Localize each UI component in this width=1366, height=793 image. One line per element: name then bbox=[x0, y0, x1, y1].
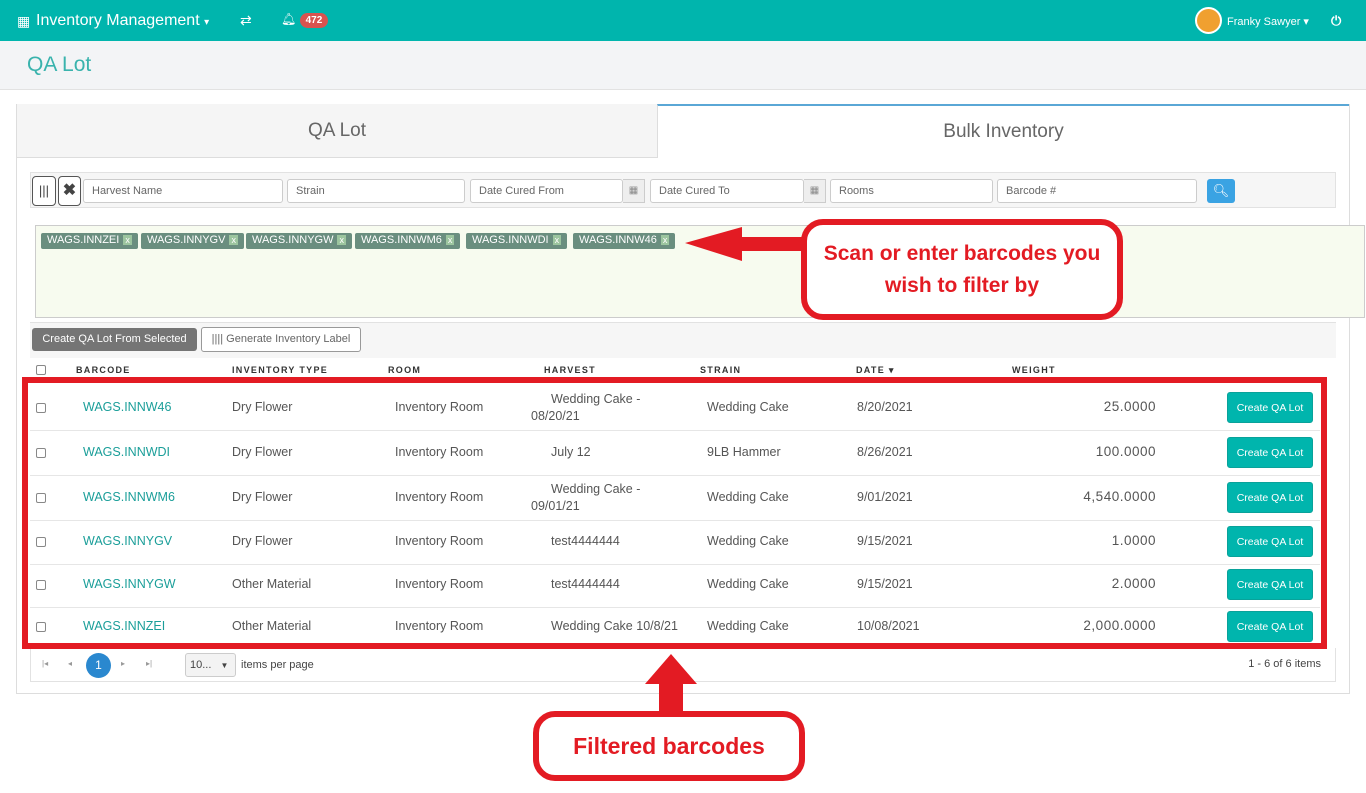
barcode-tag: WAGS.INNW46 x bbox=[573, 233, 676, 249]
barcode-tag: WAGS.INNWM6 x bbox=[355, 233, 461, 249]
strain-input[interactable]: Strain bbox=[287, 179, 465, 203]
date-cured-from-input[interactable]: Date Cured From bbox=[470, 179, 623, 203]
app-menu[interactable]: Inventory Management ▾ bbox=[36, 12, 209, 30]
generate-inventory-label-button[interactable]: |||| Generate Inventory Label bbox=[201, 327, 361, 352]
user-menu[interactable]: Franky Sawyer ▾ bbox=[1227, 15, 1309, 28]
switch-icon[interactable]: ⇄ bbox=[240, 12, 252, 29]
remove-tag-button[interactable]: x bbox=[660, 235, 670, 245]
date-cured-to-input[interactable]: Date Cured To bbox=[650, 179, 804, 203]
remove-tag-button[interactable]: x bbox=[445, 235, 455, 245]
results-callout: Filtered barcodes bbox=[533, 711, 805, 781]
notification-count: 472 bbox=[299, 13, 329, 28]
arrow-left-icon bbox=[685, 227, 805, 261]
clear-filters-button[interactable]: ✖ bbox=[58, 176, 81, 206]
remove-tag-button[interactable]: x bbox=[337, 235, 346, 245]
column-header-date[interactable]: DATE ▾ bbox=[856, 365, 895, 376]
page-header: QA Lot bbox=[0, 41, 1366, 90]
page-1-button[interactable]: 1 bbox=[86, 653, 111, 678]
search-icon: 🔍︎ bbox=[1212, 183, 1230, 198]
column-header-harvest[interactable]: HARVEST bbox=[544, 365, 596, 375]
user-name: Franky Sawyer bbox=[1227, 16, 1301, 28]
filter-callout: Scan or enter barcodes you wish to filte… bbox=[801, 219, 1123, 320]
notifications-button[interactable]: 🔔︎ 472 bbox=[281, 12, 329, 28]
barcode-input[interactable]: Barcode # bbox=[997, 179, 1197, 203]
highlight-box bbox=[22, 377, 1327, 649]
barcode-scan-button[interactable]: ||| bbox=[32, 176, 56, 206]
create-qa-lot-from-selected-button[interactable]: Create QA Lot From Selected bbox=[32, 328, 197, 351]
grid-icon: ▦ bbox=[17, 13, 31, 29]
tab-bulk-inventory[interactable]: Bulk Inventory bbox=[657, 104, 1349, 158]
search-button[interactable]: 🔍︎ bbox=[1207, 179, 1235, 203]
avatar[interactable] bbox=[1195, 7, 1222, 34]
column-header-weight[interactable]: WEIGHT bbox=[1012, 365, 1056, 375]
first-page-button[interactable]: |◂ bbox=[42, 659, 48, 668]
barcode-icon: |||| bbox=[211, 333, 227, 345]
barcode-tag: WAGS.INNYGV x bbox=[141, 233, 244, 249]
calendar-icon[interactable]: ▦ bbox=[623, 179, 645, 203]
prev-page-button[interactable]: ◂ bbox=[68, 659, 72, 668]
barcode-tag: WAGS.INNZEI x bbox=[41, 233, 138, 249]
tab-qa-lot[interactable]: QA Lot bbox=[17, 104, 657, 158]
next-page-button[interactable]: ▸ bbox=[121, 659, 125, 668]
remove-tag-button[interactable]: x bbox=[552, 235, 562, 245]
remove-tag-button[interactable]: x bbox=[123, 235, 132, 245]
barcode-tag: WAGS.INNWDI x bbox=[466, 233, 568, 249]
harvest-name-input[interactable]: Harvest Name bbox=[83, 179, 283, 203]
bell-icon: 🔔︎ bbox=[281, 12, 297, 26]
calendar-icon[interactable]: ▦ bbox=[804, 179, 826, 203]
power-icon[interactable]: ⏻ bbox=[1331, 13, 1341, 29]
column-header-room[interactable]: ROOM bbox=[388, 365, 421, 375]
column-header-barcode[interactable]: BARCODE bbox=[76, 365, 131, 375]
app-title: Inventory Management bbox=[36, 12, 200, 29]
items-per-page-label: items per page bbox=[241, 659, 314, 671]
barcode-tag: WAGS.INNYGW x bbox=[246, 233, 352, 249]
page-title: QA Lot bbox=[27, 53, 92, 76]
select-all-checkbox[interactable] bbox=[36, 365, 46, 375]
last-page-button[interactable]: ▸| bbox=[146, 659, 152, 668]
top-navbar: ▦ Inventory Management ▾ ⇄ 🔔︎ 472 Franky… bbox=[0, 0, 1366, 41]
rooms-input[interactable]: Rooms bbox=[830, 179, 993, 203]
column-header-inventory-type[interactable]: INVENTORY TYPE bbox=[232, 365, 328, 375]
remove-tag-button[interactable]: x bbox=[229, 235, 238, 245]
pager-summary: 1 - 6 of 6 items bbox=[1248, 658, 1321, 670]
arrow-up-icon bbox=[645, 654, 697, 712]
page-size-select[interactable]: 10... ▼ bbox=[185, 653, 236, 677]
column-header-strain[interactable]: STRAIN bbox=[700, 365, 741, 375]
